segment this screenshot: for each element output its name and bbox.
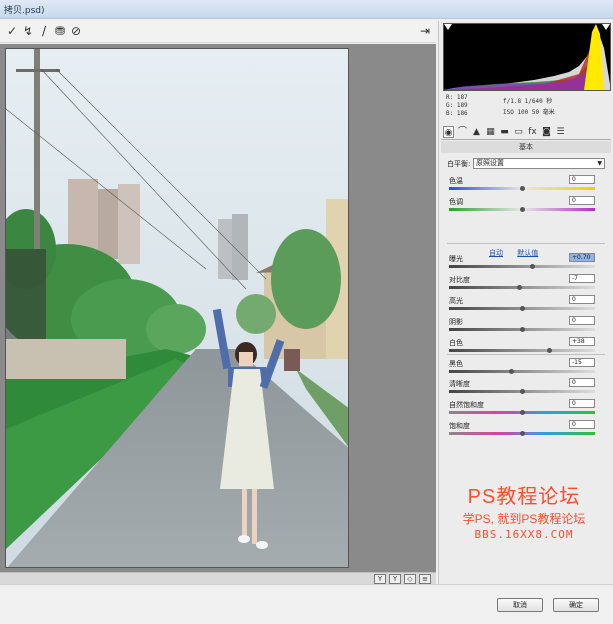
slider-thumb-shadows[interactable] bbox=[519, 327, 525, 332]
slider-value-blacks[interactable]: -15 bbox=[569, 358, 595, 367]
tab-tone-curve-icon[interactable]: ⌒ bbox=[457, 126, 468, 138]
slider-thumb-highlights[interactable] bbox=[519, 306, 525, 311]
slider-label-highlights: 高光 bbox=[449, 297, 463, 305]
readout-iso-focal: ISO 100 50 毫米 bbox=[503, 109, 555, 116]
panel-tabs: ◉ ⌒ ▲ ▦ ▬ ▭ fx ◙ ☰ bbox=[441, 125, 611, 140]
brush-icon[interactable]: / bbox=[36, 24, 52, 39]
toggle-icon[interactable]: ◇ bbox=[404, 574, 416, 584]
rotate-icon[interactable]: ⊘ bbox=[68, 24, 84, 39]
tab-lens-icon[interactable]: ▭ bbox=[513, 126, 524, 138]
auto-default-links: 自动 默认值 bbox=[489, 248, 550, 258]
white-balance-tool-icon[interactable]: ✓ bbox=[4, 24, 20, 39]
slider-value-vibrance[interactable]: 0 bbox=[569, 399, 595, 408]
white-balance-row: 白平衡: 原照设置 ▼ bbox=[447, 158, 607, 170]
settings-icon[interactable]: ≡ bbox=[419, 574, 431, 584]
slider-value-tint[interactable]: 0 bbox=[569, 196, 595, 205]
slider-track-blacks[interactable] bbox=[449, 370, 595, 373]
watermark-line2: 学PS, 就到PS教程论坛 bbox=[462, 512, 586, 526]
tab-presets-icon[interactable]: ☰ bbox=[555, 126, 566, 138]
preview-area bbox=[0, 44, 436, 572]
camera-raw-window: 拷贝.psd) ✓ ↯ / ⛃ ⊘ ⇥ Y Y ◇ ≡ R: 187 G: 18… bbox=[0, 0, 613, 624]
tab-camera-calibration-icon[interactable]: ◙ bbox=[541, 126, 552, 138]
slider-value-shadows[interactable]: 0 bbox=[569, 316, 595, 325]
slider-value-highlights[interactable]: 0 bbox=[569, 295, 595, 304]
readout-r: R: 187 bbox=[446, 94, 468, 101]
chevron-down-icon: ▼ bbox=[597, 160, 602, 167]
slider-thumb-clarity[interactable] bbox=[519, 389, 525, 394]
slider-label-shadows: 阴影 bbox=[449, 318, 463, 326]
slider-track-whites[interactable] bbox=[449, 349, 595, 352]
preview-photo bbox=[5, 48, 349, 568]
slider-label-whites: 白色 bbox=[449, 339, 463, 347]
divider bbox=[447, 243, 605, 244]
toolbar: ✓ ↯ / ⛃ ⊘ ⇥ bbox=[0, 21, 436, 43]
tab-split-toning-icon[interactable]: ▬ bbox=[499, 126, 510, 138]
slider-label-temperature: 色温 bbox=[449, 177, 463, 185]
tab-effects-icon[interactable]: fx bbox=[527, 126, 538, 138]
title-bar: 拷贝.psd) bbox=[0, 0, 613, 19]
divider bbox=[447, 354, 605, 355]
slider-thumb-whites[interactable] bbox=[547, 348, 553, 353]
white-balance-value: 原照设置 bbox=[476, 159, 504, 167]
slider-value-exposure[interactable]: +0.70 bbox=[569, 253, 595, 262]
preview-footer: Y Y ◇ ≡ bbox=[0, 572, 436, 584]
readout-g: G: 189 bbox=[446, 102, 468, 109]
slider-thumb-exposure[interactable] bbox=[529, 264, 535, 269]
slider-value-saturation[interactable]: 0 bbox=[569, 420, 595, 429]
slider-thumb-temperature[interactable] bbox=[519, 186, 525, 191]
tab-detail-icon[interactable]: ▲ bbox=[471, 126, 482, 138]
slider-thumb-saturation[interactable] bbox=[519, 431, 525, 436]
filter-icon[interactable]: Y bbox=[374, 574, 386, 584]
section-title: 基本 bbox=[441, 141, 611, 153]
slider-track-exposure[interactable] bbox=[449, 265, 595, 268]
watermark-line3: BBS.16XX8.COM bbox=[474, 528, 574, 541]
slider-label-saturation: 饱和度 bbox=[449, 422, 470, 430]
compare-icon[interactable]: Y bbox=[389, 574, 401, 584]
slider-thumb-tint[interactable] bbox=[519, 207, 525, 212]
export-icon[interactable]: ⇥ bbox=[417, 24, 433, 39]
targeted-adjustment-icon[interactable]: ↯ bbox=[20, 24, 36, 39]
slider-value-whites[interactable]: +38 bbox=[569, 337, 595, 346]
straighten-icon[interactable]: ⛃ bbox=[52, 24, 68, 39]
tab-hsl-icon[interactable]: ▦ bbox=[485, 126, 496, 138]
cancel-button[interactable]: 取消 bbox=[497, 598, 543, 612]
slider-value-temperature[interactable]: 0 bbox=[569, 175, 595, 184]
white-balance-select[interactable]: 原照设置 ▼ bbox=[473, 158, 605, 169]
slider-thumb-blacks[interactable] bbox=[509, 369, 515, 374]
watermark: PS教程论坛 学PS, 就到PS教程论坛 BBS.16XX8.COM bbox=[434, 480, 613, 541]
slider-thumb-contrast[interactable] bbox=[516, 285, 522, 290]
auto-link[interactable]: 自动 bbox=[489, 249, 503, 257]
readout-aperture-shutter: f/1.8 1/640 秒 bbox=[503, 98, 553, 105]
window-title: 拷贝.psd) bbox=[4, 6, 45, 16]
slider-label-vibrance: 自然饱和度 bbox=[449, 401, 484, 409]
slider-label-blacks: 黑色 bbox=[449, 360, 463, 368]
ok-button[interactable]: 确定 bbox=[553, 598, 599, 612]
slider-value-clarity[interactable]: 0 bbox=[569, 378, 595, 387]
histogram bbox=[443, 23, 611, 91]
slider-thumb-vibrance[interactable] bbox=[519, 410, 525, 415]
slider-label-contrast: 对比度 bbox=[449, 276, 470, 284]
white-balance-label: 白平衡: bbox=[447, 160, 471, 168]
slider-value-contrast[interactable]: -7 bbox=[569, 274, 595, 283]
slider-label-exposure: 曝光 bbox=[449, 255, 463, 263]
slider-label-tint: 色调 bbox=[449, 198, 463, 206]
watermark-line1: PS教程论坛 bbox=[467, 486, 581, 508]
slider-track-contrast[interactable] bbox=[449, 286, 595, 289]
dialog-buttons: 取消 确定 bbox=[0, 584, 613, 624]
slider-label-clarity: 清晰度 bbox=[449, 380, 470, 388]
tab-basic-icon[interactable]: ◉ bbox=[443, 126, 454, 138]
default-link[interactable]: 默认值 bbox=[517, 249, 538, 257]
readout-b: B: 186 bbox=[446, 110, 468, 117]
histogram-readout: R: 187 G: 189 B: 186 f/1.8 1/640 秒 ISO 1… bbox=[443, 93, 611, 123]
